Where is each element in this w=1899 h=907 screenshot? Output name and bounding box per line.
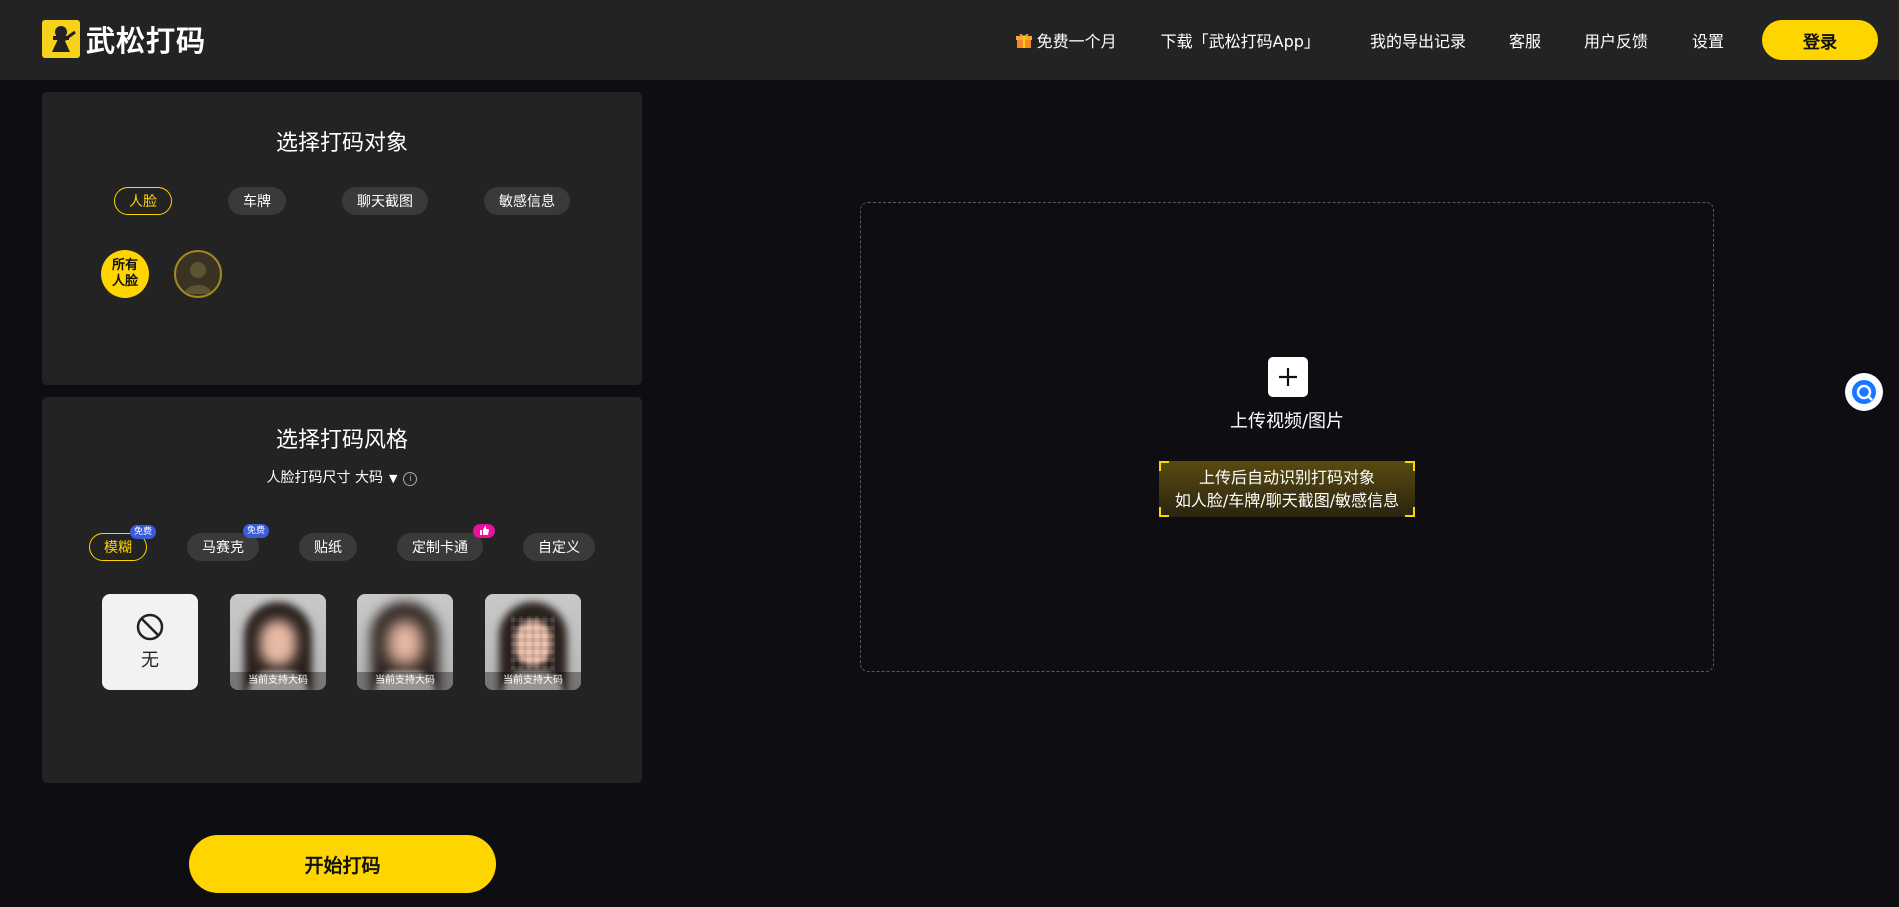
tab-face[interactable]: 人脸 — [114, 187, 172, 215]
prohibited-icon — [136, 613, 164, 641]
caret-down-icon: ▼ — [388, 472, 398, 485]
upload-hint-line1: 上传后自动识别打码对象 — [1198, 468, 1375, 487]
info-icon[interactable]: i — [403, 472, 418, 486]
style-blur-card[interactable]: 当前支持大码 — [230, 594, 326, 690]
style-mosaic-card[interactable]: 当前支持大码 — [485, 594, 581, 690]
all-faces-line1: 所有 — [111, 258, 138, 273]
tab-blur-label: 模糊 — [104, 540, 132, 556]
tab-custom-cartoon[interactable]: 定制卡通 — [397, 524, 495, 561]
login-button[interactable]: 登录 — [1762, 20, 1878, 60]
card-caption: 当前支持大码 — [357, 672, 453, 690]
logo-text: 武松打码 — [86, 24, 207, 58]
upload-hint: 上传后自动识别打码对象 如人脸/车牌/聊天截图/敏感信息 — [1159, 461, 1415, 517]
nav-feedback[interactable]: 用户反馈 — [1584, 28, 1648, 52]
tab-blur[interactable]: 模糊 免费 — [89, 525, 156, 561]
tab-mosaic-label: 马赛克 — [202, 540, 244, 556]
style-none-label: 无 — [141, 650, 159, 671]
free-badge: 免费 — [129, 525, 156, 539]
style-panel-title: 选择打码风格 — [275, 428, 408, 453]
tab-sticker[interactable]: 贴纸 — [299, 533, 357, 561]
logo-icon — [42, 20, 80, 58]
person-face-option[interactable] — [174, 250, 222, 298]
chat-assistant-icon[interactable] — [1845, 373, 1883, 411]
upload-hint-line2: 如人脸/车牌/聊天截图/敏感信息 — [1174, 491, 1400, 510]
nav-download-app[interactable]: 下载「武松打码App」 — [1161, 28, 1320, 52]
upload-label: 上传视频/图片 — [1229, 411, 1345, 432]
thumbs-up-badge — [473, 524, 495, 538]
style-blur-strong-card[interactable]: 当前支持大码 — [357, 594, 453, 690]
nav-customer-service[interactable]: 客服 — [1509, 28, 1541, 52]
nav-settings[interactable]: 设置 — [1692, 28, 1724, 52]
gift-icon — [1015, 31, 1033, 53]
card-caption: 当前支持大码 — [485, 672, 581, 690]
tab-sensitive-info[interactable]: 敏感信息 — [484, 187, 570, 215]
tab-custom-cartoon-label: 定制卡通 — [412, 540, 468, 556]
app-logo[interactable]: 武松打码 — [42, 18, 206, 60]
tab-chat-screenshot[interactable]: 聊天截图 — [342, 187, 428, 215]
style-panel: 选择打码风格 人脸打码尺寸 大码 ▼ i 模糊 免费 马赛克 免费 贴纸 定制卡通 … — [42, 397, 642, 783]
face-size-select[interactable]: 人脸打码尺寸 大码 ▼ i — [42, 467, 642, 487]
top-navigation-bar: 武松打码 免费一个月 下载「武松打码App」 我的导出记录 客服 用户反馈 设置… — [0, 0, 1899, 80]
nav-free-month-label: 免费一个月 — [1036, 31, 1117, 51]
start-masking-button[interactable]: 开始打码 — [189, 835, 496, 893]
style-none-card[interactable]: 无 — [102, 594, 198, 690]
all-faces-line2: 人脸 — [111, 274, 138, 289]
target-panel-title: 选择打码对象 — [275, 131, 408, 156]
face-size-label: 人脸打码尺寸 大码 — [266, 470, 383, 486]
tab-mosaic[interactable]: 马赛克 免费 — [187, 524, 269, 561]
plus-icon[interactable] — [1268, 357, 1308, 397]
person-silhouette-icon — [184, 262, 212, 294]
target-panel: 选择打码对象 人脸 车牌 聊天截图 敏感信息 所有 人脸 — [42, 92, 642, 385]
nav-menu: 免费一个月 下载「武松打码App」 我的导出记录 客服 用户反馈 设置 登录 — [1015, 17, 1878, 63]
nav-free-month[interactable]: 免费一个月 — [1015, 28, 1117, 53]
tab-license-plate[interactable]: 车牌 — [228, 187, 286, 215]
all-faces-option[interactable]: 所有 人脸 — [101, 250, 149, 298]
thumbs-up-icon — [480, 526, 489, 535]
nav-export-records[interactable]: 我的导出记录 — [1370, 28, 1466, 52]
free-badge: 免费 — [242, 524, 269, 538]
card-caption: 当前支持大码 — [230, 672, 326, 690]
tab-custom[interactable]: 自定义 — [523, 533, 595, 561]
upload-dropzone[interactable]: 上传视频/图片 上传后自动识别打码对象 如人脸/车牌/聊天截图/敏感信息 — [860, 202, 1714, 672]
